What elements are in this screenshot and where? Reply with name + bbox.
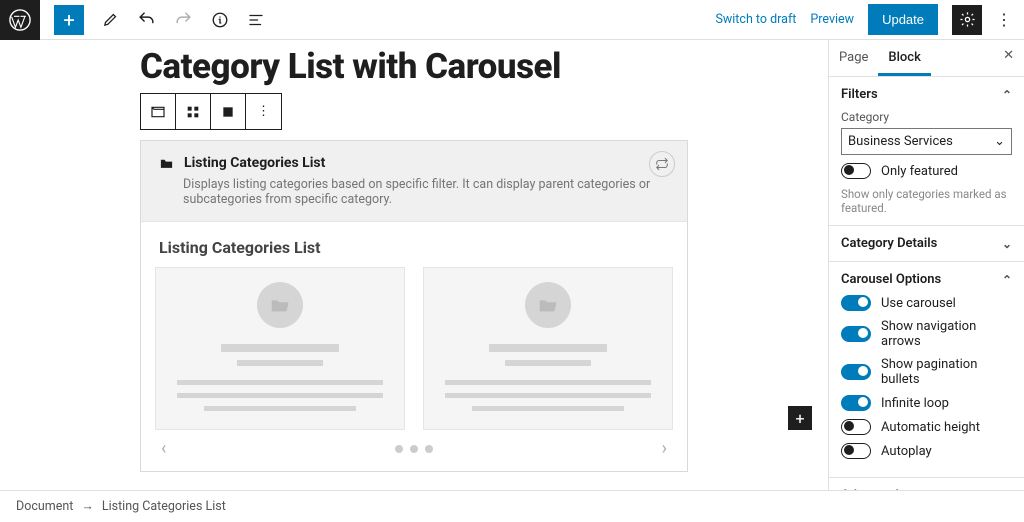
category-select[interactable]: Business Services⌄	[841, 128, 1012, 155]
carousel-pagination[interactable]	[395, 445, 433, 453]
block-type-icon[interactable]	[141, 94, 176, 129]
only-featured-toggle[interactable]	[841, 163, 871, 179]
infinite-loop-label: Infinite loop	[881, 396, 949, 411]
category-card-placeholder	[155, 267, 405, 430]
tab-page[interactable]: Page	[829, 40, 878, 76]
edit-icon[interactable]	[102, 11, 119, 28]
auto-height-toggle[interactable]	[841, 419, 871, 435]
outline-icon[interactable]	[247, 11, 265, 29]
autoplay-label: Autoplay	[881, 444, 932, 459]
show-bullets-toggle[interactable]	[841, 364, 871, 380]
category-label: Category	[841, 110, 1012, 124]
add-block-inline-button[interactable]: +	[788, 406, 812, 430]
switch-to-draft-link[interactable]: Switch to draft	[715, 12, 796, 27]
breadcrumb-separator: →	[81, 499, 94, 514]
category-card-placeholder	[423, 267, 673, 430]
only-featured-hint: Show only categories marked as featured.	[841, 187, 1012, 215]
chevron-up-icon: ⌃	[1002, 88, 1012, 102]
carousel-next-arrow[interactable]: ›	[662, 438, 667, 459]
auto-height-label: Automatic height	[881, 420, 980, 435]
infinite-loop-toggle[interactable]	[841, 395, 871, 411]
show-arrows-label: Show navigation arrows	[881, 319, 1012, 349]
layout-full-icon[interactable]	[211, 94, 246, 129]
redo-icon[interactable]	[174, 10, 193, 29]
tab-block[interactable]: Block	[878, 40, 930, 76]
layout-grid-icon[interactable]	[176, 94, 211, 129]
undo-icon[interactable]	[137, 10, 156, 29]
settings-button[interactable]	[952, 5, 982, 35]
add-block-button[interactable]: +	[54, 5, 84, 35]
wordpress-logo[interactable]	[0, 0, 40, 40]
chevron-up-icon: ⌃	[1002, 273, 1012, 287]
close-sidebar-icon[interactable]: ✕	[993, 40, 1024, 76]
editor-canvas: Category List with Carousel ⋮ Listing Ca…	[0, 40, 828, 490]
carousel-prev-arrow[interactable]: ‹	[161, 438, 166, 459]
settings-sidebar: Page Block ✕ Filters⌃ Category Business …	[828, 40, 1024, 490]
more-options-icon[interactable]: ⋮	[996, 10, 1012, 29]
breadcrumb-root[interactable]: Document	[16, 499, 73, 514]
listing-categories-block[interactable]: Listing Categories List Displays listing…	[140, 140, 688, 472]
preview-link[interactable]: Preview	[810, 12, 854, 27]
chevron-down-icon: ⌄	[1002, 237, 1012, 251]
folder-open-icon	[257, 282, 303, 328]
breadcrumb: Document → Listing Categories List	[0, 490, 1024, 522]
panel-category-details-toggle[interactable]: Category Details⌄	[841, 236, 1012, 251]
panel-filters-toggle[interactable]: Filters⌃	[841, 87, 1012, 102]
autoplay-toggle[interactable]	[841, 443, 871, 459]
update-button[interactable]: Update	[868, 4, 938, 35]
breadcrumb-current[interactable]: Listing Categories List	[102, 499, 226, 514]
block-name: Listing Categories List	[184, 155, 325, 171]
only-featured-label: Only featured	[881, 164, 958, 179]
show-bullets-label: Show pagination bullets	[881, 357, 1012, 387]
page-title[interactable]: Category List with Carousel	[140, 46, 828, 87]
loop-icon[interactable]	[649, 151, 675, 177]
block-header: Listing Categories List Displays listing…	[141, 141, 687, 222]
show-arrows-toggle[interactable]	[841, 326, 871, 342]
block-toolbar: ⋮	[140, 93, 282, 130]
top-toolbar: + Switch to draft Preview Update ⋮	[0, 0, 1024, 40]
folder-icon	[159, 156, 174, 171]
panel-carousel-toggle[interactable]: Carousel Options⌃	[841, 272, 1012, 287]
block-more-icon[interactable]: ⋮	[246, 94, 281, 129]
folder-open-icon	[525, 282, 571, 328]
block-body-title: Listing Categories List	[159, 238, 673, 257]
block-description: Displays listing categories based on spe…	[183, 177, 669, 207]
use-carousel-toggle[interactable]	[841, 295, 871, 311]
use-carousel-label: Use carousel	[881, 296, 956, 311]
info-icon[interactable]	[211, 11, 229, 29]
chevron-down-icon: ⌄	[994, 134, 1005, 149]
